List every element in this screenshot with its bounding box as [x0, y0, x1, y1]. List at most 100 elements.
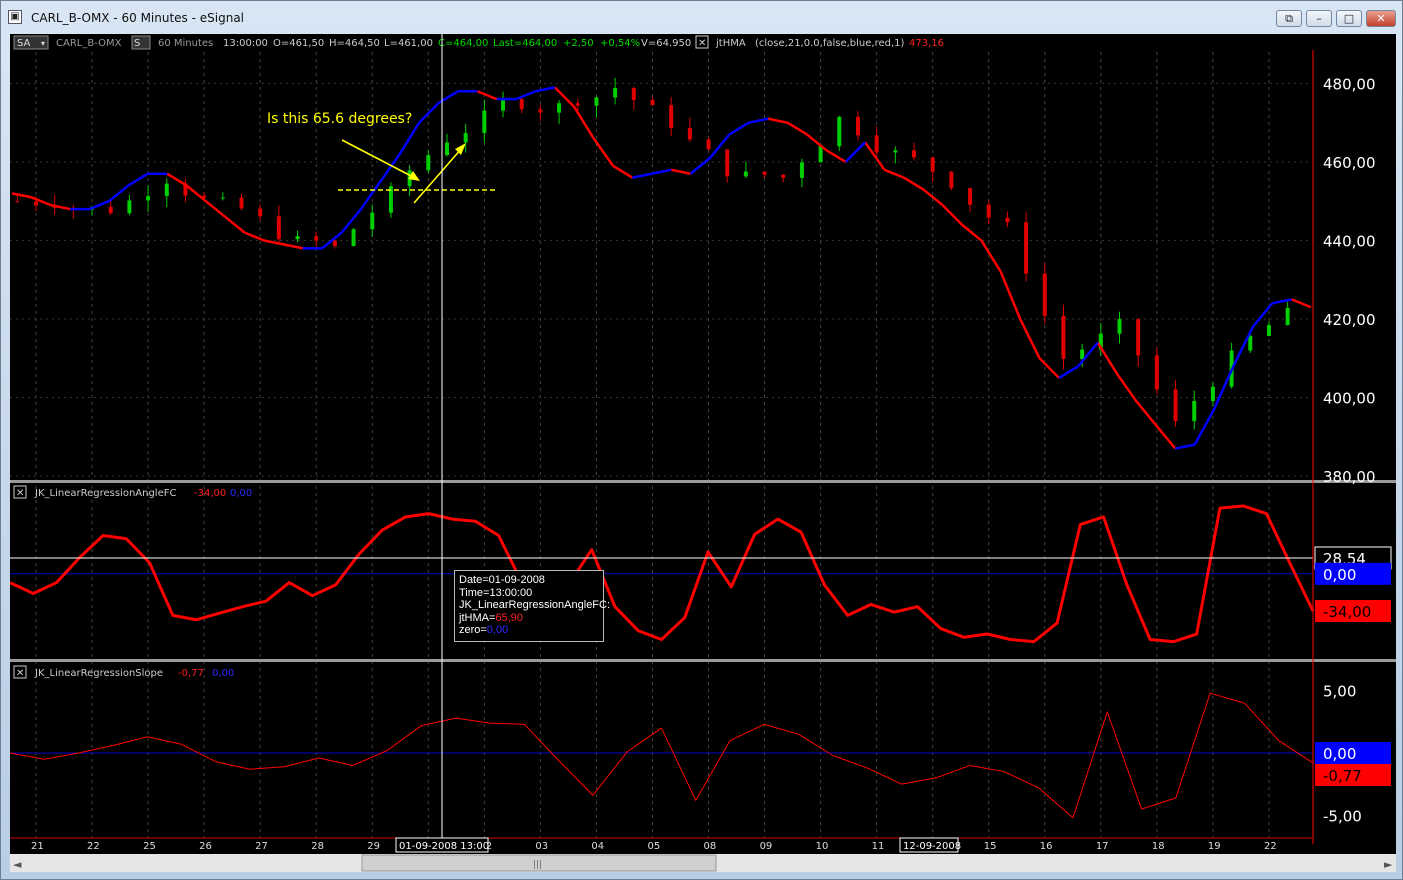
tooltip-time: Time=13:00:00 [459, 586, 533, 599]
x-tick-label: 28 [311, 841, 324, 852]
zero-value-label: 0,00 [1323, 566, 1356, 584]
maximize-button[interactable]: □ [1336, 10, 1362, 27]
restore-small-icon[interactable]: ⧉ [1276, 10, 1302, 27]
candle-body [725, 149, 730, 177]
candle-body [743, 171, 748, 177]
candle-body [295, 236, 300, 240]
price-tick-label: 460,00 [1323, 154, 1376, 172]
candle-body [1061, 315, 1066, 359]
close-button[interactable]: ✕ [1366, 10, 1396, 27]
volume-value: V=64.950 [641, 38, 691, 49]
candle-body [220, 197, 225, 199]
chart-app-icon: ▣ [8, 10, 22, 24]
candle-body [762, 171, 767, 175]
candle-body [706, 139, 711, 150]
x-tick-label: 21 [31, 841, 44, 852]
candle-body [108, 206, 113, 214]
candle-body [669, 105, 674, 129]
slope-line [9, 692, 1314, 819]
chart-area[interactable]: SA ▾ CARL_B-OMX S 60 Minutes 13:00:00 O=… [9, 34, 1396, 872]
angle-study-value: -34,00 [194, 488, 226, 499]
candle-body [332, 240, 337, 246]
study-name: jtHMA [715, 38, 746, 49]
x-tick-label: 16 [1040, 841, 1053, 852]
candle-body [370, 212, 375, 230]
candle-body [538, 109, 543, 113]
x-tick-label: 11 [872, 841, 885, 852]
slope-zero-value: 0,00 [212, 668, 234, 679]
candle-body [1154, 355, 1159, 390]
chart-svg: SA ▾ CARL_B-OMX S 60 Minutes 13:00:00 O=… [9, 34, 1396, 872]
slope-study-label: JK_LinearRegressionSlope [34, 668, 163, 679]
slope-last-label: -0,77 [1323, 767, 1362, 785]
candle-body [781, 174, 786, 178]
candle-body [818, 146, 823, 163]
close-x-glyph: ✕ [16, 488, 24, 499]
change-value: +2,50 [563, 38, 594, 49]
last-value: Last=464,00 [493, 38, 557, 49]
candle-body [1266, 325, 1271, 336]
candle-body [613, 88, 618, 98]
candle-body [631, 88, 636, 101]
scroll-left-icon[interactable]: ◄ [13, 858, 22, 871]
x-tick-label: 15 [984, 841, 997, 852]
title-bar[interactable]: ▣ CARL_B-OMX - 60 Minutes - eSignal ⧉ – … [1, 1, 1402, 35]
tooltip-jthma: jtHMA=65,90 [459, 611, 523, 624]
x-tick-label: 05 [647, 841, 660, 852]
slope-study-value: -0,77 [178, 668, 204, 679]
candle-body [1080, 349, 1085, 359]
candle-body [650, 100, 655, 106]
chevron-down-icon[interactable]: ▾ [41, 39, 45, 48]
s-badge: S [134, 38, 140, 49]
candle-body [276, 216, 281, 240]
x-tick-label: 19 [1208, 841, 1221, 852]
candle-body [1192, 401, 1197, 422]
x-tick-label: 17 [1096, 841, 1109, 852]
slope-tick-label: 5,00 [1323, 683, 1356, 701]
candle-body [351, 229, 356, 246]
candle-body [1173, 389, 1178, 422]
price-tick-label: 480,00 [1323, 75, 1376, 93]
candle-body [968, 188, 973, 205]
tooltip-zero-value: 0,00 [486, 624, 509, 636]
right-axis: 480,00460,00440,00420,00400,00380,0028,5… [1314, 75, 1392, 825]
price-tick-label: 400,00 [1323, 390, 1376, 408]
tooltip-jthma-value: 65,90 [495, 611, 523, 624]
grip-icon: ||| [533, 860, 542, 870]
angle-study-label: JK_LinearRegressionAngleFC [34, 488, 176, 499]
x-tick-label: 25 [143, 841, 156, 852]
x-axis: 2122252627282901020304050809101112151617… [31, 841, 1277, 852]
candle-body [501, 99, 506, 111]
x-tick-label: 08 [704, 841, 717, 852]
hma-line-blue [70, 86, 1292, 450]
close-x-glyph: ✕ [698, 38, 706, 49]
candle-body [426, 155, 431, 171]
pane-divider[interactable] [10, 480, 1396, 483]
bar-time: 13:00:00 [223, 38, 268, 49]
candle-body [575, 103, 580, 106]
slope-tick-label: -5,00 [1323, 807, 1362, 825]
candle-body [1117, 319, 1122, 334]
scroll-right-icon[interactable]: ► [1384, 858, 1393, 871]
close-value: C=464,00 [438, 38, 488, 49]
candle-body [34, 201, 38, 206]
change-pct-value: +0,54% [600, 38, 640, 49]
x-tick-label: 09 [760, 841, 773, 852]
candle-body [314, 236, 319, 241]
minimize-button[interactable]: – [1306, 10, 1332, 27]
cursor-date-label: 01-09-2008 13:00 [399, 841, 489, 852]
candle-body [444, 142, 449, 156]
candle-body [949, 171, 954, 189]
candle-body [893, 150, 898, 153]
symbol-label: CARL_B-OMX [56, 38, 122, 49]
interval-label: 60 Minutes [158, 38, 213, 49]
study-value: 473,16 [909, 38, 944, 49]
candle-body [1136, 319, 1141, 356]
price-tick-label: 380,00 [1323, 468, 1376, 486]
candle-body [1285, 307, 1290, 326]
pane-divider[interactable] [10, 659, 1396, 662]
vertical-gridlines [10, 52, 1313, 838]
annotation-text: Is this 65.6 degrees? [267, 111, 412, 127]
high-value: H=464,50 [329, 38, 380, 49]
close-x-glyph: ✕ [16, 668, 24, 679]
